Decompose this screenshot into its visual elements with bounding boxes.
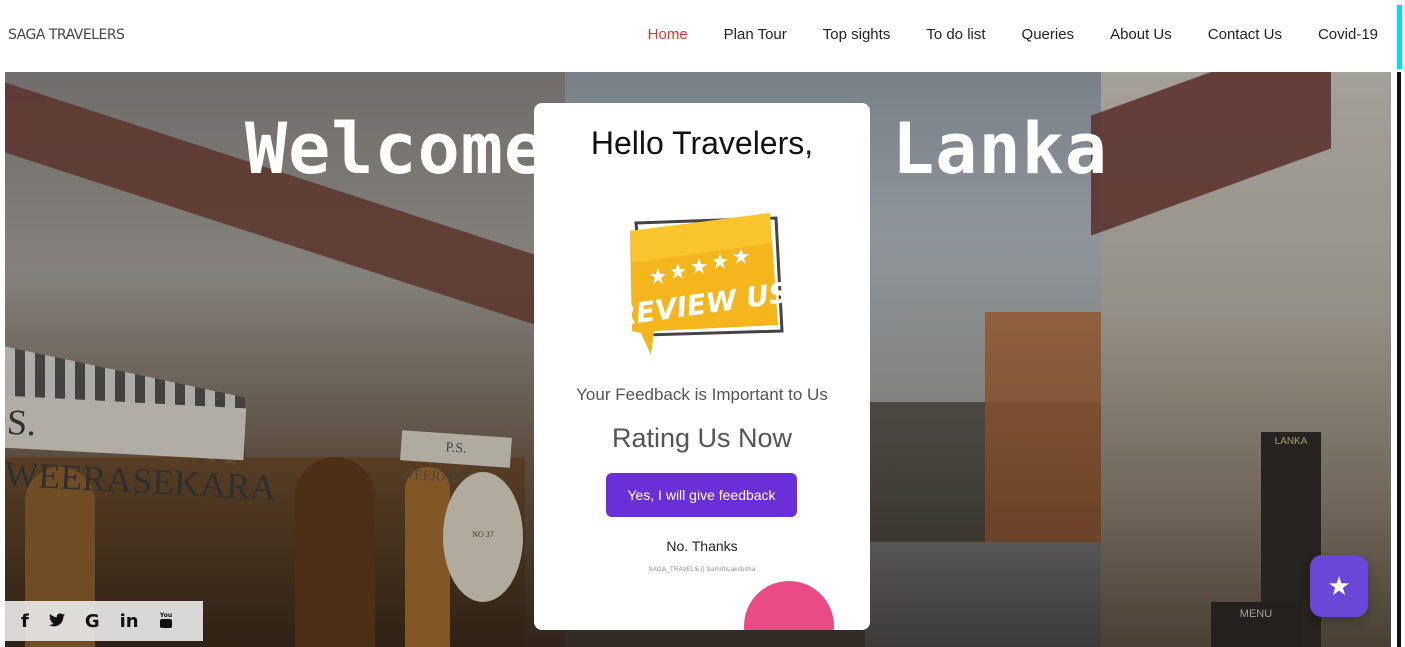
no-thanks-link[interactable]: No. Thanks bbox=[534, 538, 870, 554]
decor-pink-circle bbox=[744, 581, 834, 630]
nav-contact-us[interactable]: Contact Us bbox=[1208, 26, 1282, 43]
modal-title: Hello Travelers, bbox=[590, 125, 814, 161]
nav-to-do-list[interactable]: To do list bbox=[926, 26, 985, 43]
rating-fab[interactable]: ★ bbox=[1310, 555, 1368, 617]
modal-credit: SAGA_TRAVELS || SamithLakshitha bbox=[648, 567, 756, 573]
social-bar: f G in You bbox=[5, 601, 203, 641]
google-icon[interactable]: G bbox=[85, 611, 100, 632]
linkedin-icon[interactable]: in bbox=[120, 611, 139, 632]
nav-top-sights[interactable]: Top sights bbox=[823, 26, 891, 43]
scrollbar-track[interactable] bbox=[1397, 72, 1401, 647]
feedback-modal: Hello Travelers, REVIEW US! Your Feedbac… bbox=[534, 103, 870, 630]
nav-covid-19[interactable]: Covid-19 bbox=[1318, 26, 1378, 43]
youtube-icon[interactable]: You bbox=[159, 611, 173, 632]
star-icon: ★ bbox=[1327, 570, 1351, 601]
nav-about-us[interactable]: About Us bbox=[1110, 26, 1172, 43]
navbar: SAGA TRAVELERS Home Plan Tour Top sights… bbox=[0, 0, 1405, 72]
review-us-badge: REVIEW US! bbox=[613, 213, 804, 358]
modal-subtitle: Your Feedback is Important to Us bbox=[576, 385, 828, 404]
nav-queries[interactable]: Queries bbox=[1022, 26, 1075, 43]
twitter-icon[interactable] bbox=[48, 611, 65, 632]
nav-home[interactable]: Home bbox=[648, 26, 688, 43]
give-feedback-button[interactable]: Yes, I will give feedback bbox=[606, 473, 797, 517]
facebook-icon[interactable]: f bbox=[21, 611, 29, 632]
scrollbar-thumb[interactable] bbox=[1397, 5, 1402, 69]
brand-logo[interactable]: SAGA TRAVELERS bbox=[8, 27, 125, 43]
modal-rating-prompt: Rating Us Now bbox=[611, 423, 793, 453]
main-nav: Home Plan Tour Top sights To do list Que… bbox=[612, 26, 1378, 43]
nav-plan-tour[interactable]: Plan Tour bbox=[724, 26, 787, 43]
svg-text:You: You bbox=[159, 612, 172, 619]
